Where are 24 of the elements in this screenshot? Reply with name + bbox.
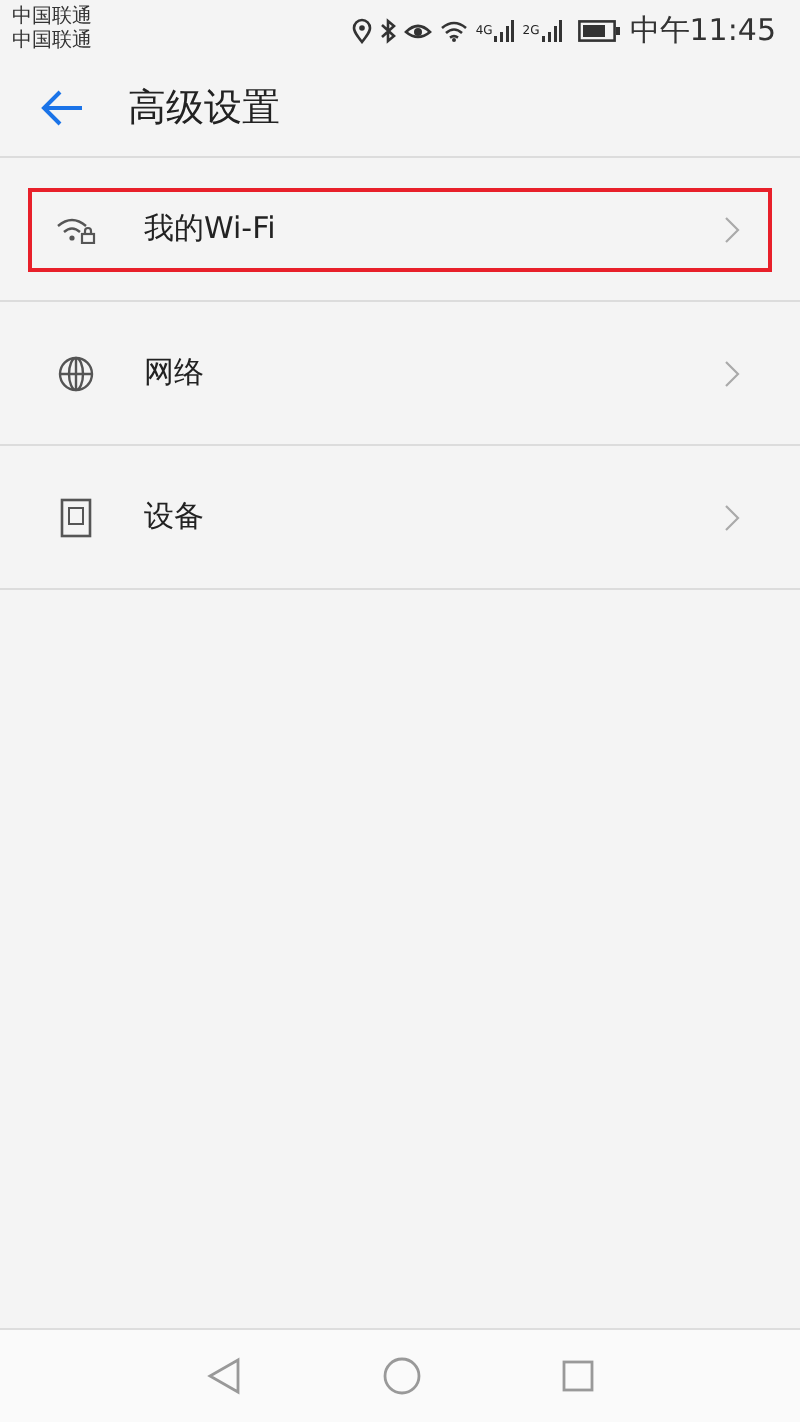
- bluetooth-icon: [379, 17, 396, 43]
- recent-apps-icon[interactable]: [562, 1360, 594, 1392]
- chevron-right-icon: [724, 215, 740, 243]
- wifi-lock-icon: [56, 215, 96, 243]
- location-icon: [351, 17, 372, 43]
- signal-icon: [494, 19, 515, 41]
- battery-icon: [577, 19, 622, 41]
- signal-icon: [541, 19, 562, 41]
- home-icon[interactable]: [382, 1356, 422, 1396]
- settings-item[interactable]: 设备: [28, 475, 772, 559]
- chevron-right-icon: [724, 359, 740, 387]
- chevron-right-icon: [724, 503, 740, 531]
- settings-item[interactable]: 我的Wi-Fi: [28, 187, 772, 271]
- settings-item[interactable]: 网络: [28, 331, 772, 415]
- carrier-name: 中国联通: [12, 6, 92, 29]
- wifi-icon: [439, 19, 468, 41]
- globe-icon: [56, 355, 96, 391]
- page-title: 高级设置: [128, 84, 280, 134]
- carrier-name: 中国联通: [12, 30, 92, 54]
- device-icon: [56, 497, 96, 537]
- back-arrow-icon[interactable]: [40, 90, 84, 126]
- eye-icon: [403, 19, 432, 41]
- clock-time: 中午11:45: [629, 11, 776, 49]
- back-icon[interactable]: [206, 1356, 242, 1396]
